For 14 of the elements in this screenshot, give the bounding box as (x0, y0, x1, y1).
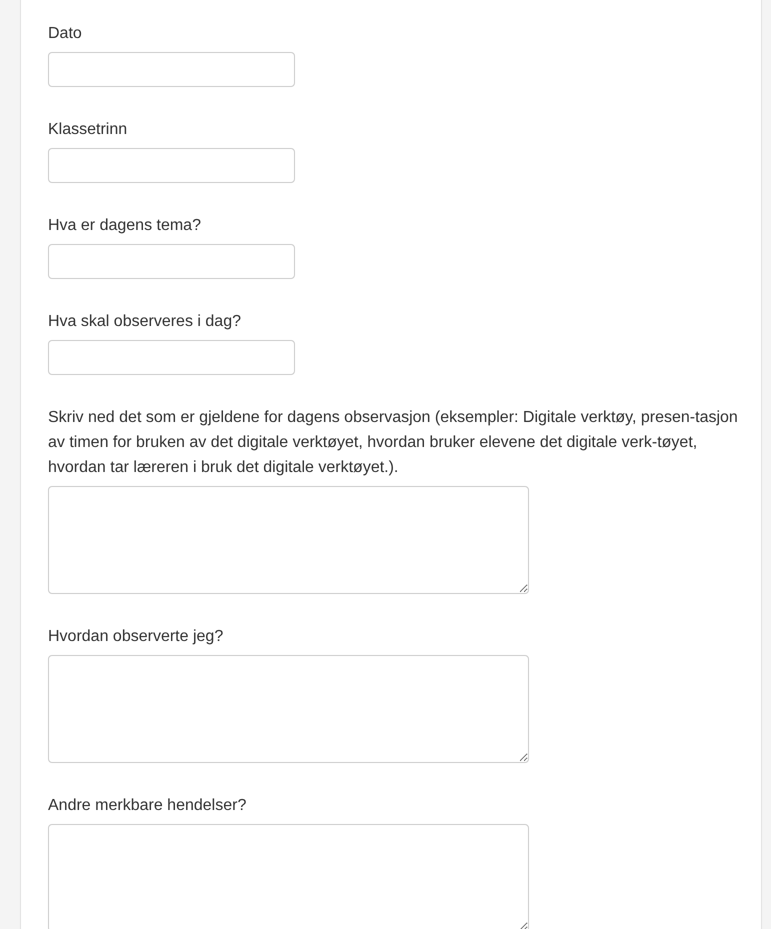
text-input[interactable] (48, 148, 295, 183)
field-label: Skriv ned det som er gjeldene for dagens observasjon (eksempler: Digitale verktøy, presen-tasjon av timen for bruken av det digitale verktøyet, hvordan bruker elevene det digitale verk-tøyet, hvordan tar læreren i bruk det digitale verktøyet.). (48, 408, 738, 478)
field-label: Klassetrinn (48, 120, 128, 140)
field-label: Dato (48, 24, 83, 44)
text-area[interactable] (48, 655, 529, 763)
text-area[interactable] (48, 824, 529, 929)
field-label: Hva er dagens tema? (48, 216, 202, 236)
field-label: Hva skal observeres i dag? (48, 312, 242, 332)
field-label: Andre merkbare hendelser? (48, 796, 248, 816)
text-input[interactable] (48, 52, 295, 87)
text-input[interactable] (48, 244, 295, 279)
text-input[interactable] (48, 340, 295, 375)
text-area[interactable] (48, 486, 529, 594)
field-label: Hvordan observerte jeg? (48, 627, 224, 647)
